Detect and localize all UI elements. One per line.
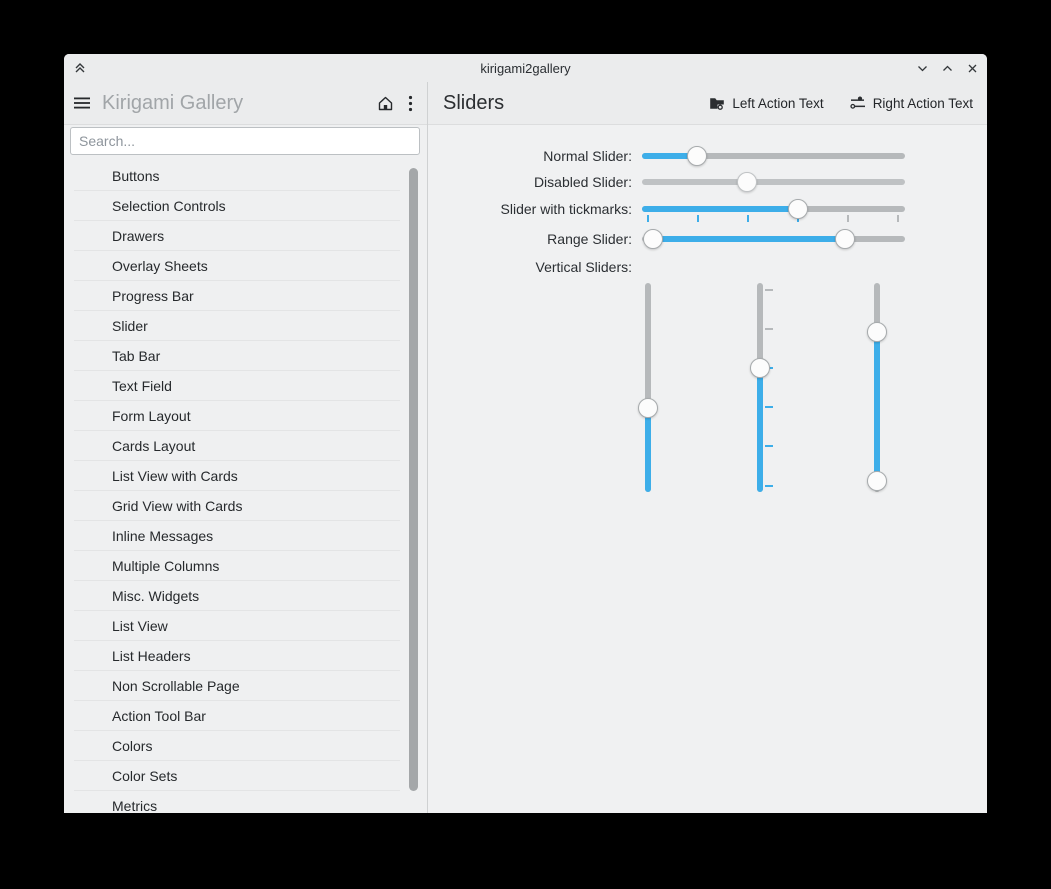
vertical-slider-handle[interactable] (750, 358, 770, 378)
sidebar-item-text-field[interactable]: Text Field (64, 371, 427, 401)
sidebar-item-slider[interactable]: Slider (64, 311, 427, 341)
sidebar-item-list-view[interactable]: List View (64, 611, 427, 641)
hamburger-menu-icon[interactable] (74, 96, 90, 110)
left-action-button[interactable]: Left Action Text (709, 95, 823, 111)
sidebar-item-form-layout[interactable]: Form Layout (64, 401, 427, 431)
sidebar-item-misc-widgets[interactable]: Misc. Widgets (64, 581, 427, 611)
slider-tick (765, 406, 773, 408)
folder-sync-icon (709, 95, 725, 111)
form-label: Disabled Slider: (428, 172, 632, 192)
vertical-range-slider-first-handle[interactable] (867, 322, 887, 342)
sidebar-scrollbar[interactable] (409, 168, 418, 809)
slider-handle[interactable] (687, 146, 707, 166)
form-label: Vertical Sliders: (428, 257, 632, 277)
slider-tick (747, 215, 749, 222)
form-label: Slider with tickmarks: (428, 199, 632, 219)
sidebar-item-buttons[interactable]: Buttons (64, 161, 427, 191)
form-label: Normal Slider: (428, 146, 632, 166)
slider-handle[interactable] (788, 199, 808, 219)
sidebar-item-selection-controls[interactable]: Selection Controls (64, 191, 427, 221)
window-title: kirigami2gallery (64, 61, 987, 76)
sidebar-item-list-headers[interactable]: List Headers (64, 641, 427, 671)
sidebar-item-list-view-with-cards[interactable]: List View with Cards (64, 461, 427, 491)
window-content: Kirigami Gallery (64, 82, 987, 813)
slider-fill (874, 332, 880, 481)
app-title: Kirigami Gallery (102, 92, 243, 115)
slider-tick (765, 445, 773, 447)
sidebar-item-colors[interactable]: Colors (64, 731, 427, 761)
maximize-button[interactable] (940, 61, 954, 75)
sidebar-item-overlay-sheets[interactable]: Overlay Sheets (64, 251, 427, 281)
kebab-menu-icon[interactable] (408, 95, 413, 112)
vertical-range-slider-second-handle[interactable] (867, 471, 887, 491)
slider-tick (647, 215, 649, 222)
right-action-label: Right Action Text (873, 96, 973, 111)
slider-fill (757, 368, 763, 492)
sidebar-item-multiple-columns[interactable]: Multiple Columns (64, 551, 427, 581)
slider-track[interactable] (642, 179, 905, 185)
sliders-page: Sliders Left Action Text (428, 82, 987, 813)
sidebar-item-cards-layout[interactable]: Cards Layout (64, 431, 427, 461)
sidebar-item-non-scrollable-page[interactable]: Non Scrollable Page (64, 671, 427, 701)
slider-tick (765, 328, 773, 330)
vertical-slider-handle[interactable] (638, 398, 658, 418)
sidebar-drawer: Kirigami Gallery (64, 82, 427, 813)
scrollbar-thumb[interactable] (409, 168, 418, 791)
close-button[interactable] (965, 61, 979, 75)
sidebar-item-tab-bar[interactable]: Tab Bar (64, 341, 427, 371)
range-slider-second-handle[interactable] (835, 229, 855, 249)
app-window: kirigami2gallery (64, 54, 987, 813)
slider-tick (847, 215, 849, 222)
slider-tick (697, 215, 699, 222)
home-icon[interactable] (377, 95, 394, 112)
slider-fill (642, 206, 798, 212)
slider-fill (645, 408, 651, 492)
page-toolbar: Sliders Left Action Text (428, 82, 987, 125)
minimize-button[interactable] (915, 61, 929, 75)
form-label: Range Slider: (428, 229, 632, 249)
search-input[interactable] (70, 127, 420, 155)
slider-fill (653, 236, 845, 242)
gallery-list: ButtonsSelection ControlsDrawersOverlay … (64, 161, 427, 813)
sidebar-toolbar: Kirigami Gallery (64, 82, 427, 125)
slider-tick (897, 215, 899, 222)
sidebar-item-drawers[interactable]: Drawers (64, 221, 427, 251)
sliders-form: Normal Slider: Disabled Slider: Slider wit… (428, 125, 987, 813)
right-action-button[interactable]: Right Action Text (850, 95, 973, 111)
slider-tick (765, 485, 773, 487)
disabled-slider-handle[interactable] (737, 172, 757, 192)
sidebar-item-metrics[interactable]: Metrics (64, 791, 427, 813)
sidebar-item-inline-messages[interactable]: Inline Messages (64, 521, 427, 551)
sidebar-item-progress-bar[interactable]: Progress Bar (64, 281, 427, 311)
range-slider-first-handle[interactable] (643, 229, 663, 249)
window-controls (915, 54, 979, 82)
page-title: Sliders (443, 92, 504, 115)
sidebar-item-action-tool-bar[interactable]: Action Tool Bar (64, 701, 427, 731)
sidebar-item-color-sets[interactable]: Color Sets (64, 761, 427, 791)
slider-tick (765, 289, 773, 291)
sidebar-item-grid-view-with-cards[interactable]: Grid View with Cards (64, 491, 427, 521)
titlebar[interactable]: kirigami2gallery (64, 54, 987, 82)
configure-sliders-icon (850, 95, 866, 111)
left-action-label: Left Action Text (732, 96, 823, 111)
